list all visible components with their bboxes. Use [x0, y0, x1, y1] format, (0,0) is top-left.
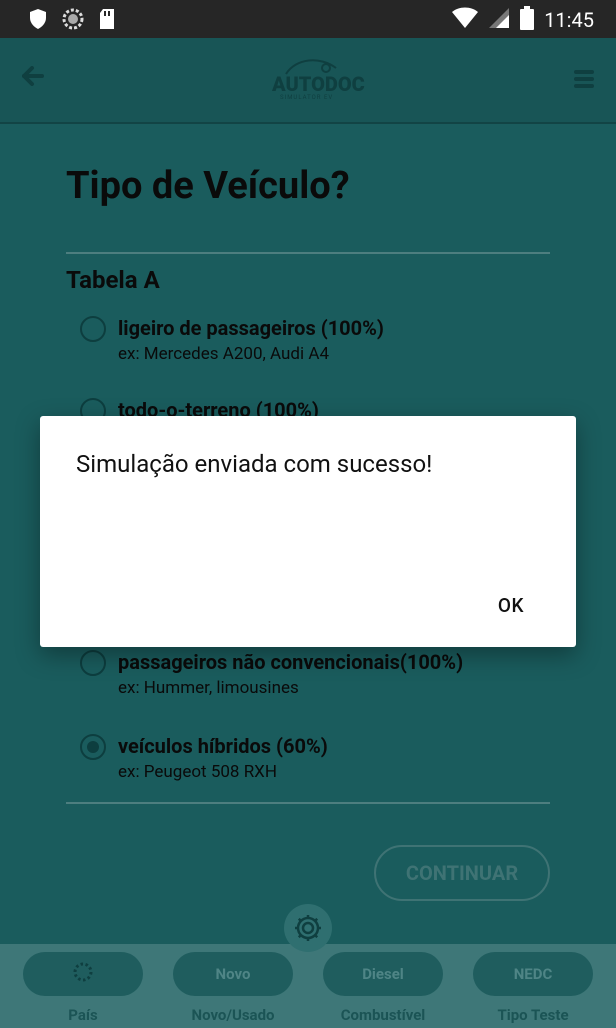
app-header: AUTODOC SIMULATOR EV [0, 38, 616, 124]
tab-tipo-teste[interactable]: NEDC Tipo Teste [473, 952, 593, 1024]
status-right-icons: 11:45 [452, 6, 594, 34]
tab-pais[interactable]: País [23, 952, 143, 1024]
tab-label: Tipo Teste [497, 1006, 569, 1024]
status-time: 11:45 [544, 8, 594, 32]
success-dialog: Simulação enviada com sucesso! OK [40, 416, 576, 647]
back-arrow-icon[interactable] [22, 66, 44, 90]
sync-icon [62, 8, 84, 34]
tab-pill[interactable]: Diesel [323, 952, 443, 996]
continue-button[interactable]: CONTINUAR [374, 845, 550, 901]
tab-pill[interactable] [23, 952, 143, 996]
hamburger-menu-icon[interactable] [574, 70, 594, 92]
tab-novo-usado[interactable]: Novo Novo/Usado [173, 952, 293, 1024]
battery-icon [520, 6, 535, 34]
logo-text: AUTODOC [272, 72, 365, 96]
wifi-icon [452, 7, 479, 33]
bottom-navigation: País Novo Novo/Usado Diesel Combustível … [0, 944, 616, 1028]
radio-button-selected[interactable] [80, 734, 106, 760]
gear-icon [292, 912, 324, 948]
tab-label: Combustível [340, 1006, 426, 1024]
option-label: passageiros não convencionais(100%) [118, 650, 464, 674]
app-logo: AUTODOC SIMULATOR EV [266, 54, 365, 106]
bottom-divider [66, 802, 550, 804]
radio-button[interactable] [80, 316, 106, 342]
status-left-icons [28, 8, 116, 34]
settings-button[interactable] [284, 904, 332, 952]
tab-label: Novo/Usado [191, 1006, 275, 1024]
option-example: ex: Hummer, limousines [118, 678, 299, 698]
cell-signal-icon [488, 7, 510, 33]
radio-button[interactable] [80, 650, 106, 676]
tab-pill[interactable]: NEDC [473, 952, 593, 996]
sd-card-icon [98, 8, 116, 34]
logo-subtitle: SIMULATOR EV [280, 94, 334, 101]
shield-icon [28, 8, 48, 34]
section-title: Tabela A [66, 266, 160, 294]
option-label: veículos híbridos (60%) [118, 734, 328, 758]
top-divider [66, 252, 550, 254]
loading-spinner-icon [72, 961, 94, 987]
option-label: ligeiro de passageiros (100%) [118, 316, 384, 340]
option-example: ex: Peugeot 508 RXH [118, 762, 277, 782]
status-bar: 11:45 [0, 0, 616, 38]
tab-combustivel[interactable]: Diesel Combustível [323, 952, 443, 1024]
dialog-message: Simulação enviada com sucesso! [76, 450, 433, 478]
tab-pill[interactable]: Novo [173, 952, 293, 996]
ok-button[interactable]: OK [498, 594, 524, 617]
tab-label: País [68, 1006, 98, 1024]
page-title: Tipo de Veículo? [66, 164, 350, 208]
option-example: ex: Mercedes A200, Audi A4 [118, 344, 330, 364]
